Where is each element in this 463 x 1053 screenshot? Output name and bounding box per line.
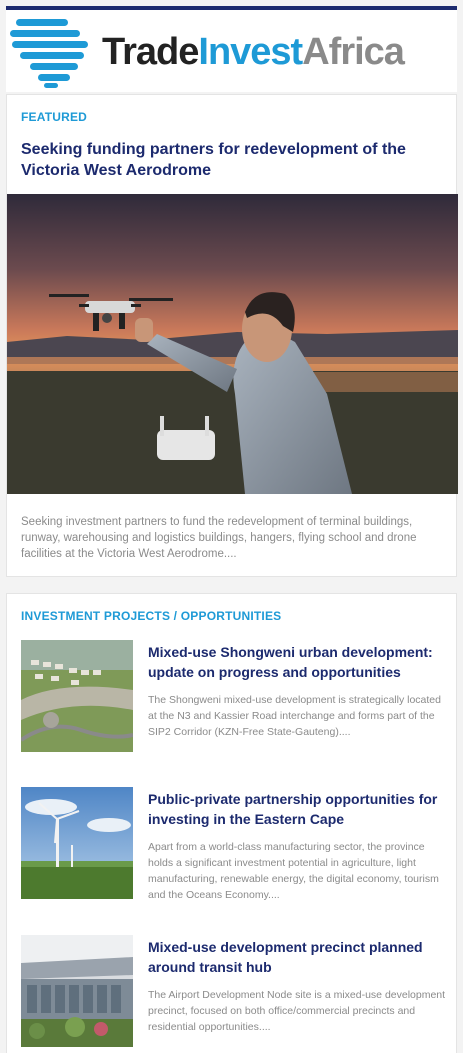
site-logo-wordmark[interactable]: TradeInvestAfrica — [102, 30, 405, 74]
projects-label: INVESTMENT PROJECTS / OPPORTUNITIES — [21, 609, 282, 623]
project-thumbnail[interactable] — [21, 787, 133, 899]
featured-card: FEATURED Seeking funding partners for re… — [6, 94, 458, 577]
featured-title-link[interactable]: Seeking funding partners for redevelopme… — [21, 139, 446, 181]
logo-word-trade: Trade — [102, 31, 199, 73]
project-item: Mixed-use development precinct planned a… — [21, 935, 446, 1053]
project-item: Mixed-use Shongweni urban development: u… — [21, 640, 446, 760]
project-description: The Shongweni mixed-use development is s… — [148, 694, 441, 738]
projects-card: INVESTMENT PROJECTS / OPPORTUNITIES Mixe… — [6, 593, 457, 1053]
project-thumbnail[interactable] — [21, 935, 133, 1047]
header: TradeInvestAfrica — [6, 10, 457, 92]
project-title-link[interactable]: Public-private partnership opportunities… — [148, 789, 446, 829]
project-item: Public-private partnership opportunities… — [21, 787, 446, 907]
project-title-link[interactable]: Mixed-use Shongweni urban development: u… — [148, 642, 446, 682]
logo-word-invest: Invest — [198, 31, 303, 73]
project-description: The Airport Development Node site is a m… — [148, 989, 446, 1033]
project-title-link[interactable]: Mixed-use development precinct planned a… — [148, 937, 446, 977]
featured-label: FEATURED — [21, 110, 88, 124]
project-thumbnail[interactable] — [21, 640, 133, 752]
project-description: Apart from a world-class manufacturing s… — [148, 841, 439, 901]
logo-word-africa: Africa — [302, 31, 405, 73]
africa-logo-icon[interactable] — [10, 17, 88, 89]
featured-image[interactable] — [7, 194, 458, 494]
featured-description: Seeking investment partners to fund the … — [21, 516, 417, 560]
